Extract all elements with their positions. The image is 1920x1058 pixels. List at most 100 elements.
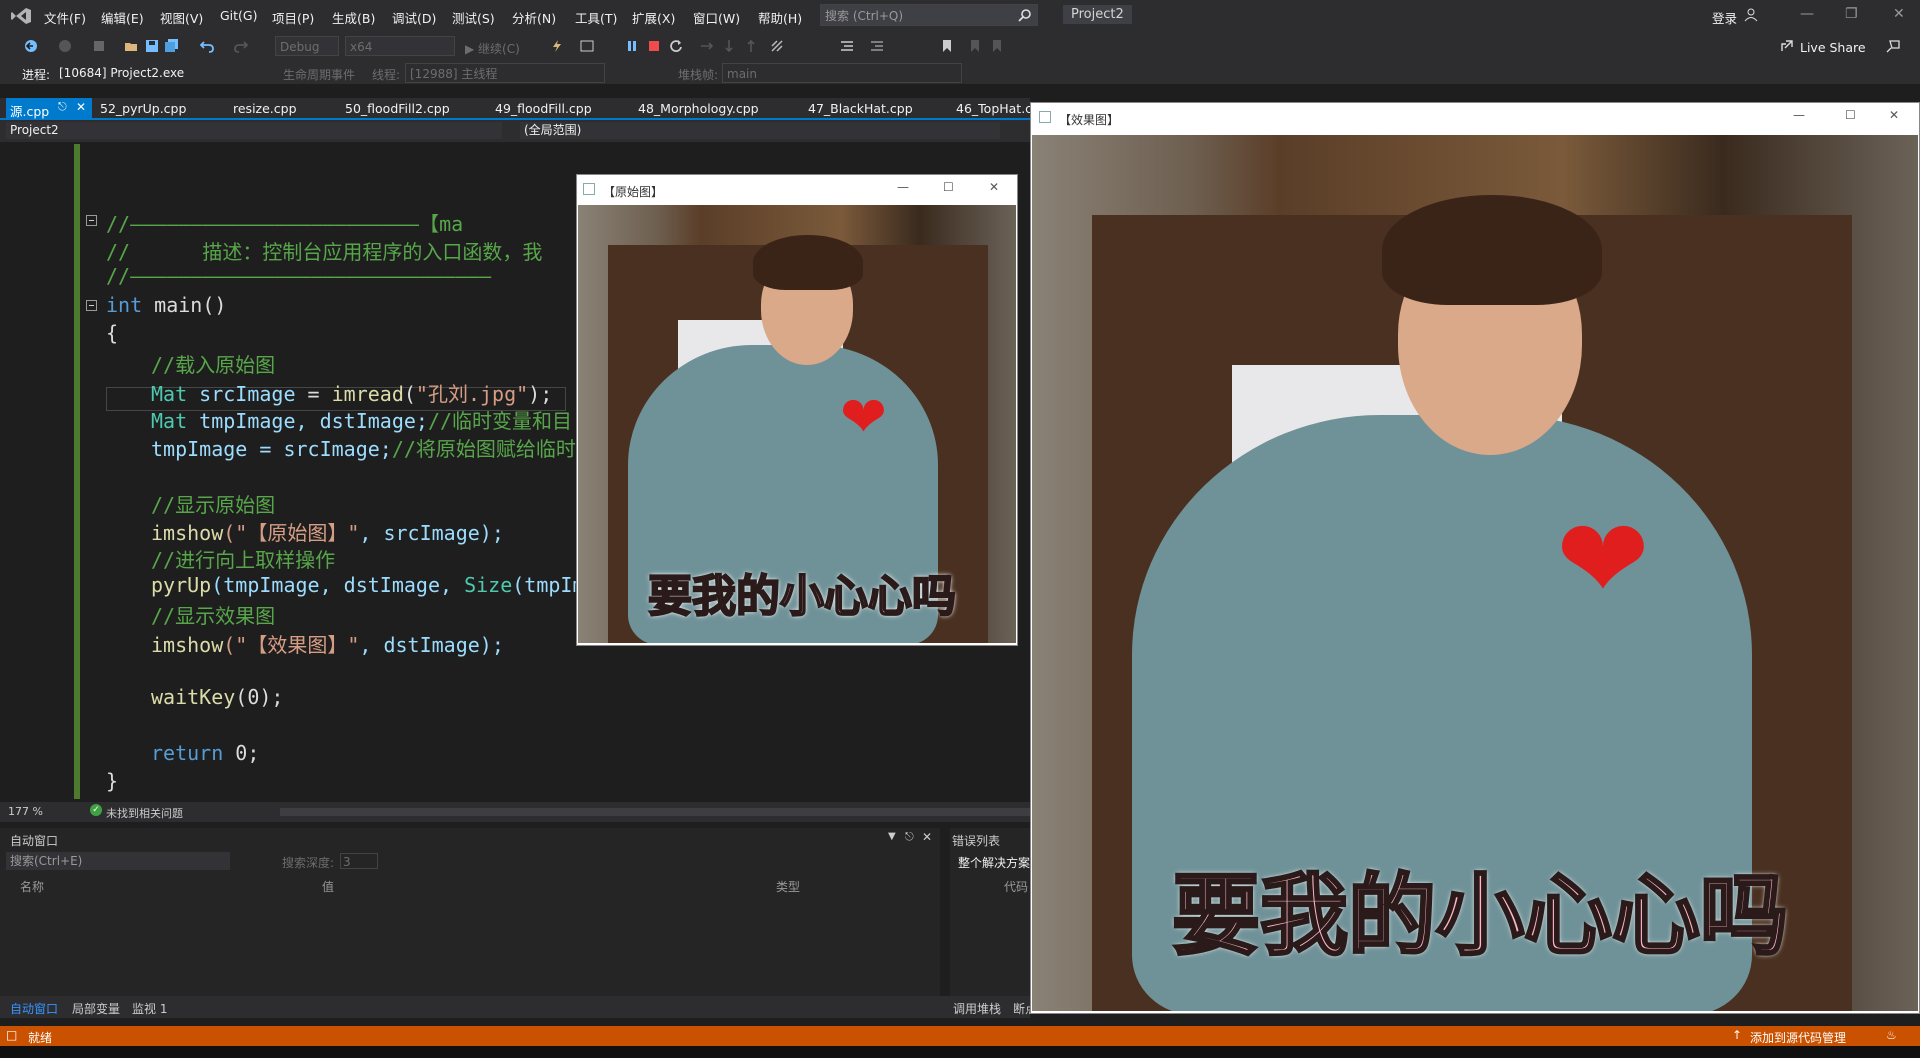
menu-project[interactable]: 项目(P)	[272, 8, 314, 27]
stackframe-dropdown[interactable]: main	[722, 63, 962, 83]
tab-watch-1[interactable]: 监视 1	[132, 1000, 167, 1017]
close-icon[interactable]: ✕	[989, 180, 999, 194]
step-over-icon[interactable]	[700, 39, 714, 53]
live-share-button[interactable]: Live Share	[1800, 40, 1866, 55]
menu-help[interactable]: 帮助(H)	[758, 8, 802, 27]
dropdown-icon[interactable]: ▼	[888, 831, 896, 842]
photo-hair	[753, 235, 863, 290]
tab-locals[interactable]: 局部变量	[72, 1000, 120, 1017]
issues-status[interactable]: 未找到相关问题	[106, 805, 183, 821]
menu-view[interactable]: 视图(V)	[160, 8, 203, 27]
column-type[interactable]: 类型	[776, 878, 800, 895]
horizontal-scrollbar[interactable]	[280, 808, 1030, 816]
tab-resize[interactable]: resize.cpp	[233, 101, 297, 116]
project-dropdown[interactable]: Project2	[6, 122, 502, 139]
user-icon[interactable]	[1744, 8, 1758, 22]
result-image-window[interactable]: 【效果图】 — ☐ ✕ ❤ 要我的小心心吗	[1030, 102, 1920, 1014]
maximize-icon[interactable]: ❐	[1845, 6, 1858, 22]
bookmark-next-icon[interactable]	[990, 39, 1004, 53]
stop-icon[interactable]	[647, 39, 661, 53]
minimize-icon[interactable]: —	[1793, 108, 1805, 122]
live-share-icon[interactable]	[1780, 39, 1794, 53]
menu-edit[interactable]: 编辑(E)	[101, 8, 144, 27]
thread-dropdown[interactable]: [12988] 主线程	[405, 63, 605, 83]
close-icon[interactable]: ✕	[1893, 6, 1905, 22]
column-value[interactable]: 值	[322, 878, 334, 895]
close-icon[interactable]: ✕	[1889, 108, 1899, 122]
error-scope-dropdown[interactable]: 整个解决方案	[958, 854, 1030, 871]
menu-debug[interactable]: 调试(D)	[392, 8, 436, 27]
menu-git[interactable]: Git(G)	[220, 8, 258, 23]
zoom-level[interactable]: 177 %	[8, 805, 43, 818]
forward-icon[interactable]	[58, 39, 72, 53]
save-icon[interactable]	[145, 39, 159, 53]
fold-toggle-icon[interactable]	[86, 300, 97, 311]
column-name[interactable]: 名称	[20, 878, 44, 895]
break-all-icon[interactable]	[770, 39, 784, 53]
tab-tophat[interactable]: 46_TopHat.c	[956, 101, 1032, 116]
tab-floodfill2[interactable]: 50_floodFill2.cpp	[345, 101, 450, 116]
tab-pyrup[interactable]: 52_pyrUp.cpp	[100, 101, 186, 116]
open-folder-icon[interactable]	[124, 39, 138, 53]
menu-analyze[interactable]: 分析(N)	[512, 8, 556, 27]
maximize-icon[interactable]: ☐	[1845, 108, 1856, 122]
tab-close-icon[interactable]: ✕	[76, 100, 86, 114]
pin-icon[interactable]: ⎋	[905, 830, 914, 844]
pause-icon[interactable]	[625, 39, 639, 53]
step-into-icon[interactable]	[722, 39, 736, 53]
tab-breakpoints[interactable]: 断点	[1013, 1000, 1030, 1017]
platform-dropdown[interactable]: x64	[345, 36, 455, 56]
hot-reload-icon[interactable]	[550, 39, 564, 53]
column-code[interactable]: 代码	[1004, 878, 1028, 895]
save-all-icon[interactable]	[165, 39, 179, 53]
tab-autos[interactable]: 自动窗口	[10, 1000, 58, 1017]
feedback-icon[interactable]	[1886, 39, 1900, 53]
back-icon[interactable]	[24, 39, 38, 53]
menu-extensions[interactable]: 扩展(X)	[632, 8, 675, 27]
diagnostic-icon[interactable]	[580, 39, 594, 53]
tab-floodfill[interactable]: 49_floodFill.cpp	[495, 101, 592, 116]
depth-dropdown[interactable]: 3	[340, 853, 378, 869]
menu-test[interactable]: 测试(S)	[452, 8, 495, 27]
pin-icon[interactable]: ⎋	[58, 100, 67, 114]
lifecycle-events-button[interactable]: 生命周期事件	[283, 66, 355, 83]
document-tab-bar: 源.cpp ⎋ ✕ 52_pyrUp.cpp resize.cpp 50_flo…	[0, 98, 1032, 120]
original-image-window[interactable]: 【原始图】 — ☐ ✕ ❤ 要我的小心心吗	[576, 174, 1018, 646]
menu-file[interactable]: 文件(F)	[44, 8, 86, 27]
maximize-icon[interactable]: ☐	[943, 180, 954, 194]
restart-icon[interactable]	[669, 39, 683, 53]
close-icon[interactable]: ✕	[922, 830, 932, 844]
fold-toggle-icon[interactable]	[86, 215, 97, 226]
menu-window[interactable]: 窗口(W)	[693, 8, 740, 27]
menu-tools[interactable]: 工具(T)	[575, 8, 617, 27]
format-icon[interactable]	[840, 39, 854, 53]
original-window-titlebar[interactable]: 【原始图】 — ☐ ✕	[577, 175, 1017, 205]
continue-button[interactable]: ▶ 继续(C)	[465, 40, 520, 57]
undo-icon[interactable]	[200, 39, 214, 53]
search-icon[interactable]	[1018, 8, 1032, 22]
tab-morphology[interactable]: 48_Morphology.cpp	[638, 101, 759, 116]
process-dropdown[interactable]: [10684] Project2.exe	[55, 63, 255, 83]
autos-search-input[interactable]: 搜索(Ctrl+E)	[6, 852, 230, 870]
tab-call-stack[interactable]: 调用堆栈	[953, 1000, 1001, 1017]
tab-source-cpp[interactable]: 源.cpp ⎋ ✕	[6, 98, 92, 119]
outdent-icon[interactable]	[870, 39, 884, 53]
notification-bell-icon[interactable]: ♨	[1886, 1028, 1897, 1042]
autos-window: 自动窗口 ▼ ⎋ ✕ 搜索(Ctrl+E) 搜索深度: 3 名称 值 类型	[0, 828, 940, 1006]
redo-icon[interactable]	[234, 39, 248, 53]
configuration-dropdown[interactable]: Debug	[275, 36, 339, 56]
bookmark-icon[interactable]	[940, 39, 954, 53]
bookmark-prev-icon[interactable]	[968, 39, 982, 53]
step-out-icon[interactable]	[744, 39, 758, 53]
errors-title: 错误列表	[952, 834, 1001, 848]
new-project-icon[interactable]	[92, 39, 106, 53]
menu-build[interactable]: 生成(B)	[332, 8, 375, 27]
login-button[interactable]: 登录	[1712, 8, 1737, 27]
add-to-source-control-button[interactable]: 添加到源代码管理	[1750, 1029, 1846, 1046]
minimize-icon[interactable]: —	[897, 180, 909, 194]
minimize-icon[interactable]: —	[1800, 6, 1814, 22]
scope-dropdown[interactable]: (全局范围)	[520, 122, 1000, 139]
result-window-titlebar[interactable]: 【效果图】 — ☐ ✕	[1031, 103, 1919, 133]
search-input[interactable]: 搜索 (Ctrl+Q)	[820, 4, 1038, 26]
tab-blackhat[interactable]: 47_BlackHat.cpp	[808, 101, 913, 116]
